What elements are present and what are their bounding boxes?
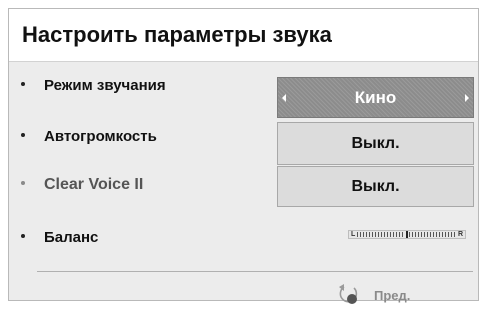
- balance-slider[interactable]: L R: [348, 230, 466, 239]
- menu-item-label: Баланс: [44, 229, 99, 246]
- menu-item-auto-volume[interactable]: Автогромкость: [21, 128, 157, 145]
- auto-volume-value-box[interactable]: Выкл.: [277, 122, 474, 165]
- clear-voice-value-box[interactable]: Выкл.: [277, 166, 474, 207]
- right-arrow-icon[interactable]: [465, 93, 469, 102]
- menu-item-label: Режим звучания: [44, 77, 166, 94]
- bullet-icon: [21, 180, 25, 185]
- bullet-icon: [21, 133, 25, 138]
- panel-title: Настроить параметры звука: [22, 22, 332, 47]
- balance-left-label: L: [351, 231, 356, 238]
- balance-left-ticks: [357, 232, 405, 237]
- menu-item-balance[interactable]: Баланс: [21, 229, 98, 246]
- sound-mode-selector[interactable]: Кино: [277, 77, 474, 118]
- clear-voice-value: Выкл.: [351, 178, 400, 195]
- return-icon: [339, 284, 358, 304]
- panel-header: Настроить параметры звука: [9, 9, 478, 62]
- bullet-icon: [21, 234, 25, 239]
- back-label: Пред.: [374, 287, 411, 303]
- left-arrow-icon[interactable]: [282, 93, 286, 102]
- back-hint[interactable]: Пред.: [336, 284, 410, 306]
- menu-item-label: Автогромкость: [44, 128, 157, 145]
- menu-item-sound-mode[interactable]: Режим звучания: [21, 77, 166, 94]
- balance-indicator[interactable]: [405, 231, 408, 238]
- balance-right-label: R: [457, 231, 463, 238]
- balance-right-ticks: [408, 232, 456, 237]
- sound-mode-value: Кино: [354, 88, 397, 107]
- auto-volume-value: Выкл.: [351, 135, 400, 152]
- sound-settings-panel: Настроить параметры звука Режим звучания…: [8, 8, 479, 304]
- menu-item-label: Clear Voice II: [44, 176, 144, 193]
- menu-item-clear-voice[interactable]: Clear Voice II: [21, 176, 143, 194]
- divider: [37, 271, 473, 272]
- bullet-icon: [21, 82, 25, 87]
